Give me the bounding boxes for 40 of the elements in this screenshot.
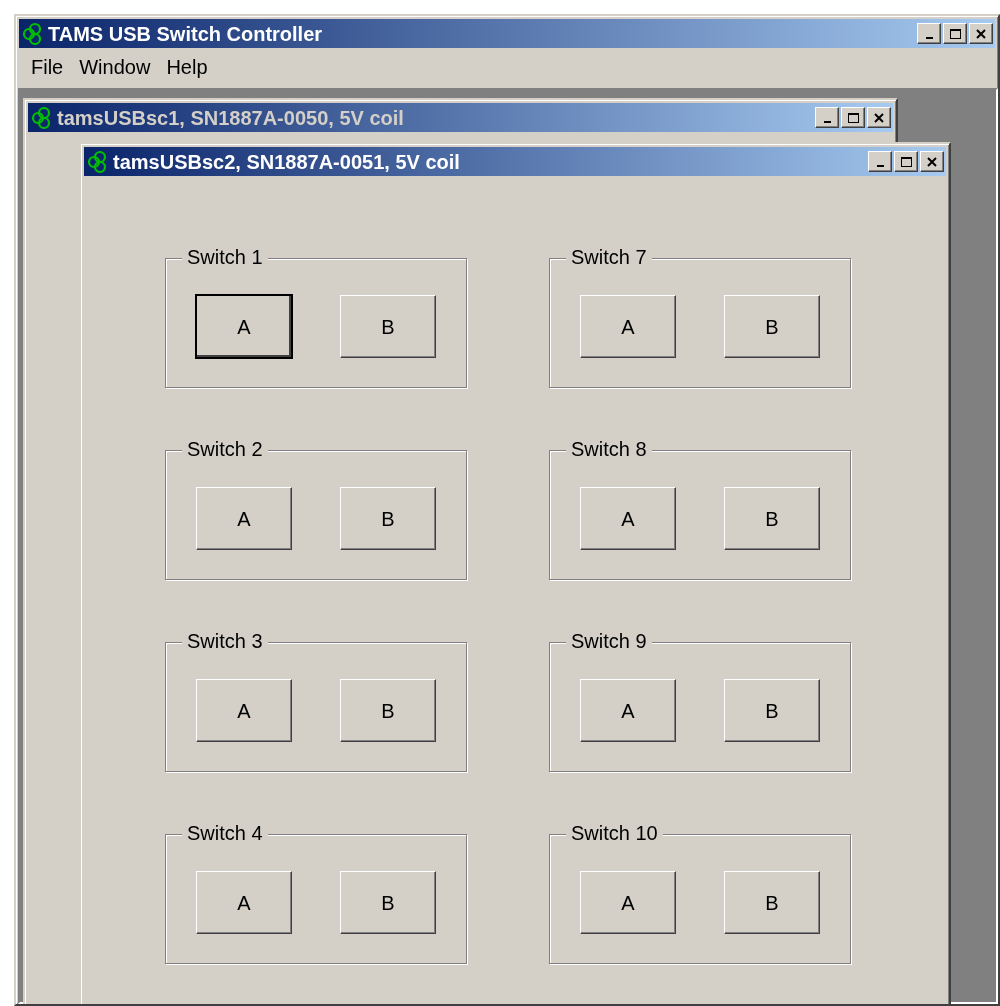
switch-button[interactable]: A	[196, 871, 292, 934]
switch-button[interactable]: B	[724, 487, 820, 550]
minimize-icon	[823, 120, 831, 123]
maximize-button[interactable]	[943, 23, 967, 44]
close-button[interactable]	[969, 23, 993, 44]
switch-button[interactable]: A	[580, 295, 676, 358]
menu-item[interactable]: File	[27, 52, 76, 82]
switch-button[interactable]: A	[196, 679, 292, 742]
minimize-button[interactable]	[917, 23, 941, 44]
switch-button[interactable]: B	[724, 295, 820, 358]
switch-button[interactable]: B	[340, 487, 436, 550]
maximize-button[interactable]	[841, 107, 865, 128]
close-icon	[974, 27, 988, 40]
close-button[interactable]	[920, 151, 944, 172]
maximize-icon	[846, 111, 860, 124]
switch-button[interactable]: A	[196, 295, 292, 358]
minimize-icon	[925, 36, 933, 39]
close-button[interactable]	[867, 107, 891, 128]
close-icon	[872, 111, 886, 124]
switch-button[interactable]: B	[340, 679, 436, 742]
switch-button[interactable]: B	[340, 295, 436, 358]
menu-item[interactable]: Window	[75, 52, 163, 82]
minimize-button[interactable]	[868, 151, 892, 172]
window-title: tamsUSBsc1, SN1887A-0050, 5V coil	[57, 105, 405, 131]
minimize-icon	[876, 164, 884, 167]
switch-button[interactable]: A	[580, 679, 676, 742]
minimize-button[interactable]	[815, 107, 839, 128]
window-title: tamsUSBsc2, SN1887A-0051, 5V coil	[113, 149, 461, 175]
switch-button[interactable]: B	[340, 871, 436, 934]
menu-item[interactable]: Help	[162, 52, 220, 82]
close-icon	[925, 155, 939, 168]
switch-button[interactable]: A	[196, 487, 292, 550]
switch-button[interactable]: B	[724, 679, 820, 742]
switch-button[interactable]: A	[580, 487, 676, 550]
maximize-icon	[948, 27, 962, 40]
window-title: TAMS USB Switch Controller	[48, 21, 324, 47]
switch-button[interactable]: A	[580, 871, 676, 934]
maximize-icon	[899, 155, 913, 168]
switch-button[interactable]: B	[724, 871, 820, 934]
maximize-button[interactable]	[894, 151, 918, 172]
